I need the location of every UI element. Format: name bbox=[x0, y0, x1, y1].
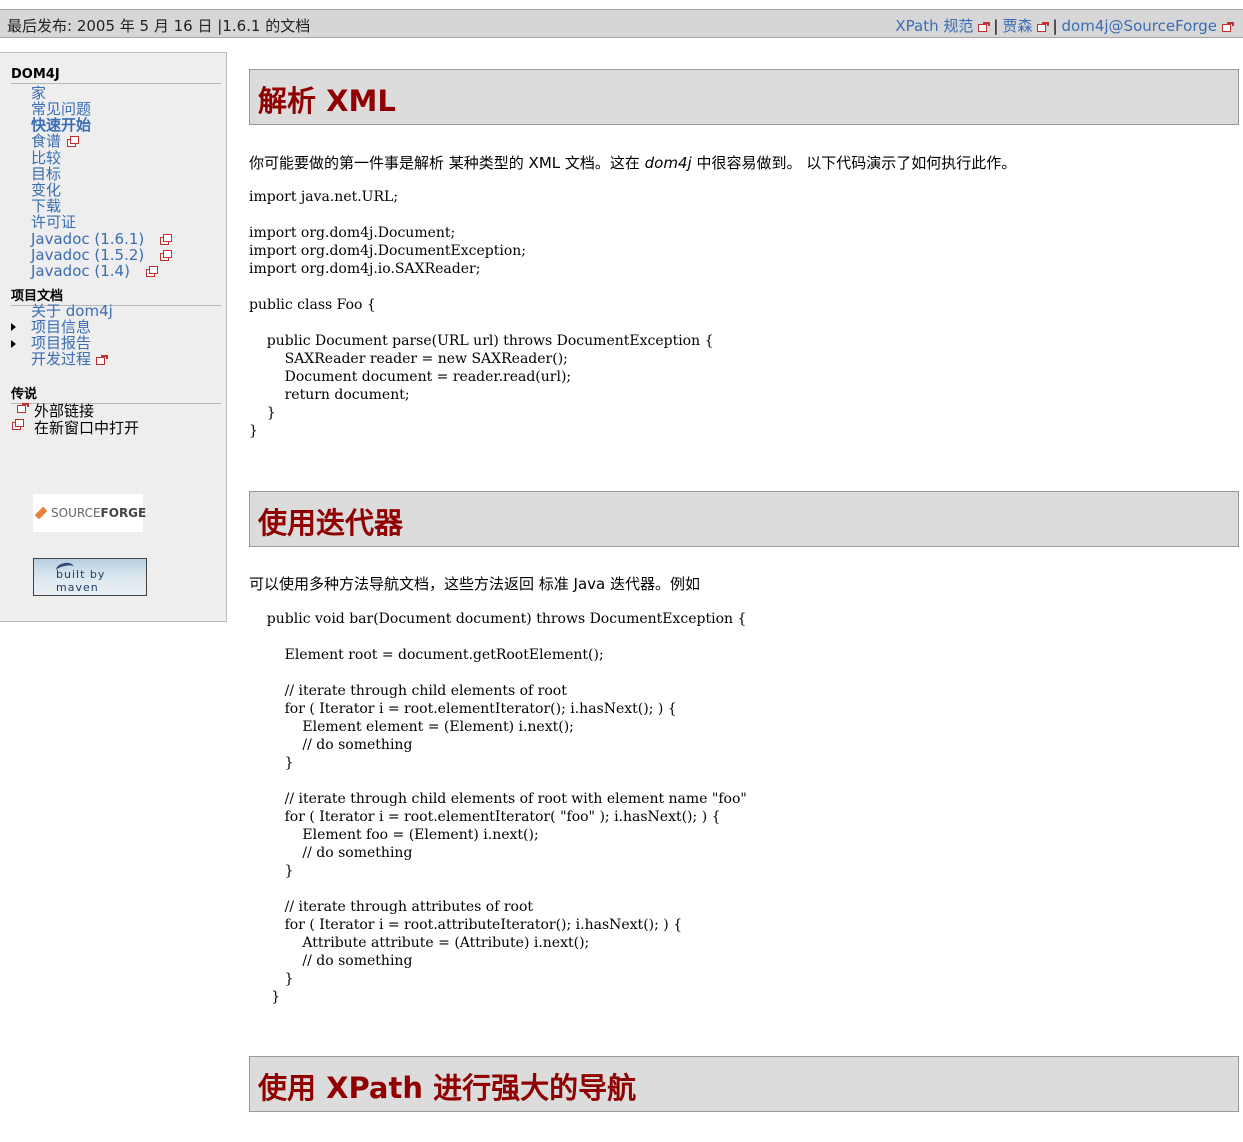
nav-item-faq[interactable]: 常见问题 bbox=[31, 101, 91, 117]
nav-heading-dom4j: DOM4J bbox=[11, 67, 221, 84]
external-link-icon bbox=[1037, 22, 1050, 32]
separator: | bbox=[1052, 17, 1058, 35]
left-nav: DOM4J 家 常见问题 快速开始 食谱 比较 目标 变化 下载 许可证 Jav… bbox=[0, 52, 227, 622]
new-window-icon bbox=[67, 136, 80, 147]
nav-item-compare[interactable]: 比较 bbox=[31, 150, 61, 166]
nav-item-cookbook[interactable]: 食谱 bbox=[31, 132, 61, 150]
nav-item-download[interactable]: 下载 bbox=[31, 198, 61, 214]
external-link-icon bbox=[1222, 22, 1234, 32]
expand-arrow-icon[interactable] bbox=[11, 340, 16, 348]
sourceforge-link[interactable]: dom4j@SourceForge bbox=[1062, 17, 1217, 35]
legend-new-window: 在新窗口中打开 bbox=[34, 419, 140, 437]
sourceforge-logo[interactable]: SOURCE FORGE bbox=[33, 494, 146, 532]
expand-arrow-icon[interactable] bbox=[11, 323, 16, 331]
nav-item-javadoc-14-row: Javadoc (1.4) bbox=[31, 262, 158, 280]
nav-item-cookbook-row: 食谱 bbox=[31, 132, 80, 150]
nav-item-home[interactable]: 家 bbox=[31, 85, 46, 101]
code-block-parse: import java.net.URL; import org.dom4j.Do… bbox=[249, 189, 714, 439]
nav-item-project-info[interactable]: 项目信息 bbox=[31, 319, 91, 335]
publish-info: 最后发布: 2005 年 5 月 16 日 |1.6.1 的文档 bbox=[7, 15, 310, 36]
maven-logo[interactable]: built by maven bbox=[33, 558, 147, 596]
sourceforge-logo-text-b: FORGE bbox=[100, 506, 147, 520]
top-links: XPath 规范 | 贾森 | dom4j@SourceForge bbox=[895, 15, 1234, 36]
nav-item-about[interactable]: 关于 dom4j bbox=[31, 303, 113, 319]
code-block-iterators: public void bar(Document document) throw… bbox=[266, 611, 747, 1005]
new-window-icon bbox=[12, 419, 24, 430]
nav-item-javadoc-14[interactable]: Javadoc (1.4) bbox=[31, 262, 130, 280]
nav-item-dev-process-row: 开发过程 bbox=[31, 350, 109, 368]
published-date: 2005 年 5 月 16 日 |1.6.1 的文档 bbox=[76, 17, 311, 35]
nav-item-goals[interactable]: 目标 bbox=[31, 166, 61, 182]
nav-item-dev-process[interactable]: 开发过程 bbox=[31, 350, 91, 368]
sourceforge-diamond-icon bbox=[34, 506, 48, 520]
maven-logo-text: built by maven bbox=[56, 568, 106, 594]
intro-text-b: 中很容易做到。 以下代码演示了如何执行此作。 bbox=[691, 154, 1017, 172]
separator: | bbox=[993, 17, 999, 35]
intro-text-a: 你可能要做的第一件事是解析 某种类型的 XML 文档。这在 bbox=[249, 154, 645, 172]
xpath-spec-link[interactable]: XPath 规范 bbox=[895, 17, 973, 35]
new-window-icon bbox=[160, 250, 173, 261]
external-link-icon bbox=[96, 355, 109, 365]
published-label: 最后发布: bbox=[7, 17, 73, 35]
jason-link[interactable]: 贾森 bbox=[1002, 17, 1032, 35]
section-heading-parse-xml: 解析 XML bbox=[249, 69, 1239, 125]
nav-item-javadoc-152-row: Javadoc (1.5.2) bbox=[31, 247, 173, 263]
nav-item-changes[interactable]: 变化 bbox=[31, 182, 61, 198]
nav-item-javadoc-161-row: Javadoc (1.6.1) bbox=[31, 231, 173, 247]
nav-item-license[interactable]: 许可证 bbox=[31, 214, 76, 230]
section-title: 使用迭代器 bbox=[258, 506, 404, 540]
new-window-icon bbox=[160, 234, 173, 245]
nav-item-project-reports[interactable]: 项目报告 bbox=[31, 335, 91, 351]
sourceforge-logo-text-a: SOURCE bbox=[51, 506, 101, 520]
intro-text-em: dom4j bbox=[644, 154, 692, 172]
section-title: 解析 XML bbox=[258, 84, 396, 118]
section-intro-parse-xml: 你可能要做的第一件事是解析 某种类型的 XML 文档。这在 dom4j 中很容易… bbox=[249, 152, 1016, 173]
top-bar: 最后发布: 2005 年 5 月 16 日 |1.6.1 的文档 XPath 规… bbox=[0, 9, 1243, 38]
section-intro-iterators: 可以使用多种方法导航文档，这些方法返回 标准 Java 迭代器。例如 bbox=[249, 575, 700, 593]
section-title: 使用 XPath 进行强大的导航 bbox=[258, 1071, 637, 1105]
section-heading-xpath: 使用 XPath 进行强大的导航 bbox=[249, 1056, 1239, 1112]
external-link-icon bbox=[17, 403, 29, 413]
section-heading-iterators: 使用迭代器 bbox=[249, 491, 1239, 547]
external-link-icon bbox=[978, 22, 991, 32]
nav-item-quick-start[interactable]: 快速开始 bbox=[31, 117, 91, 133]
new-window-icon bbox=[145, 266, 158, 277]
